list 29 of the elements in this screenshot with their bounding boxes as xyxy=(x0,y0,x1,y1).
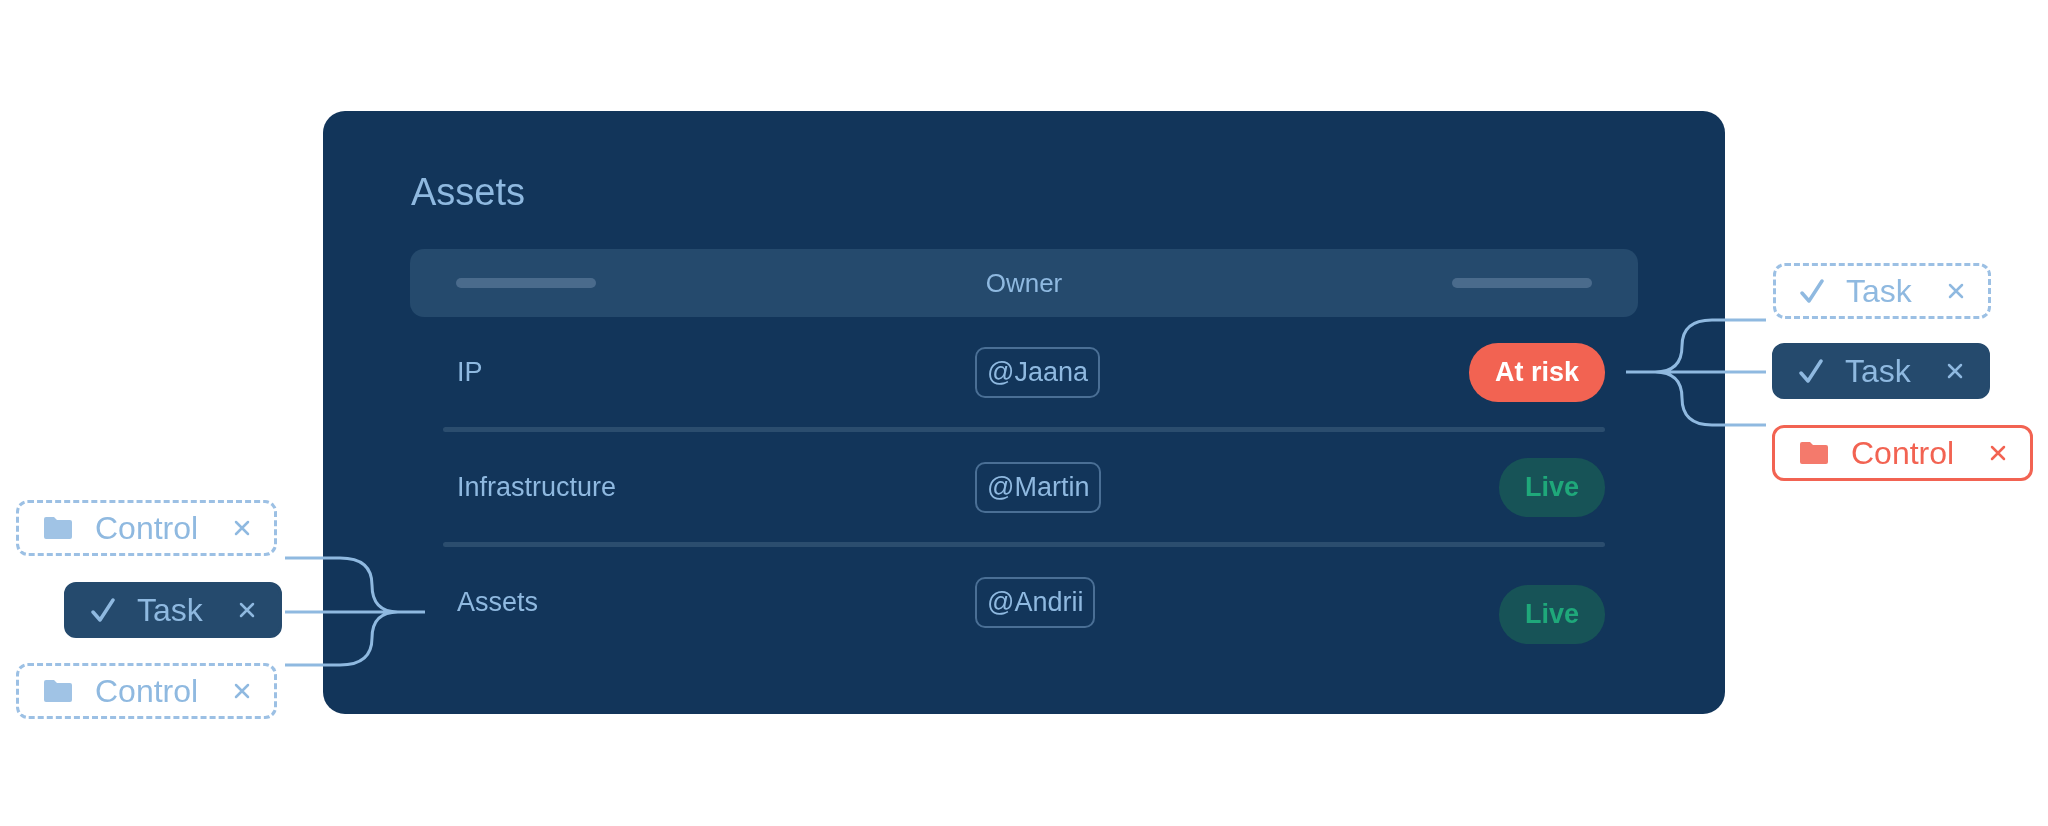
check-icon xyxy=(1799,358,1823,384)
close-icon[interactable] xyxy=(234,683,251,699)
close-icon[interactable] xyxy=(238,602,255,618)
status-pill: At risk xyxy=(1468,342,1605,402)
asset-name: Infrastructure xyxy=(456,471,618,503)
close-icon[interactable] xyxy=(1946,363,1963,379)
folder-icon xyxy=(43,516,73,540)
close-icon[interactable] xyxy=(1947,283,1964,299)
check-icon xyxy=(91,597,115,623)
asset-name: IP xyxy=(456,356,484,388)
check-icon xyxy=(1800,278,1824,304)
owner-tag: @Jaana xyxy=(975,346,1100,398)
status-pill: Live xyxy=(1498,584,1605,644)
close-icon[interactable] xyxy=(234,520,251,536)
column-heading: Owner xyxy=(985,267,1063,299)
status-pill: Live xyxy=(1498,457,1605,517)
folder-icon xyxy=(1799,441,1829,465)
owner-tag: @Andrii xyxy=(975,576,1096,628)
owner-tag: @Martin xyxy=(975,461,1102,513)
close-icon[interactable] xyxy=(1990,445,2007,461)
tag-chip[interactable]: Task xyxy=(1773,263,1991,319)
tag-chip[interactable]: Control xyxy=(16,663,278,719)
tag-chip[interactable]: Task xyxy=(1772,343,1990,399)
card-title: Assets xyxy=(411,170,527,215)
asset-name: Assets xyxy=(456,586,540,618)
tag-chip[interactable]: Task xyxy=(64,582,282,638)
folder-icon xyxy=(43,679,73,703)
tag-chip[interactable]: Control xyxy=(16,500,278,556)
tag-chip[interactable]: Control xyxy=(1772,425,2034,481)
